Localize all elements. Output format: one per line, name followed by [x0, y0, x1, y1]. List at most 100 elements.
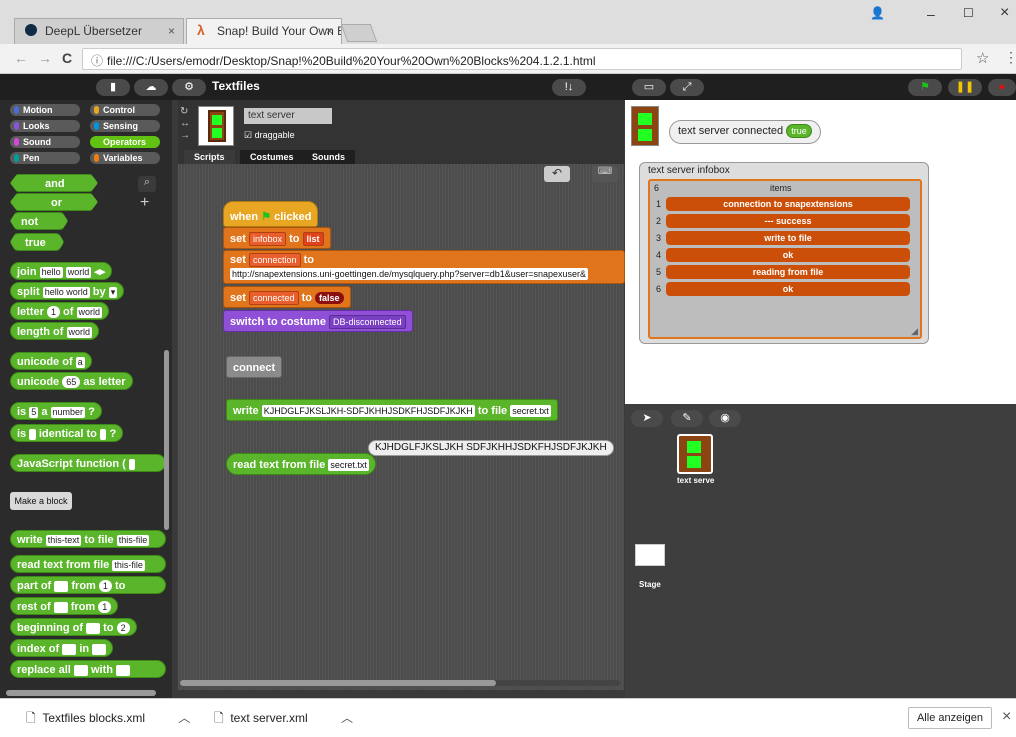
- write-to-file-script[interactable]: write KJHDGLFJKSLJKH-SDFJKHHJSDKFHJSDFJK…: [226, 399, 558, 421]
- cloud-menu-button[interactable]: ☁: [134, 79, 168, 96]
- palette-hscrollbar[interactable]: [6, 690, 156, 696]
- list-item: --- success: [666, 214, 910, 228]
- reload-icon[interactable]: C: [62, 50, 72, 66]
- when-flag-clicked-hat[interactable]: when ⚑ clicked: [223, 201, 319, 227]
- downloads-bar: 🗋 Textfiles blocks.xml ︿ 🗋 text server.x…: [0, 698, 1016, 737]
- download-item[interactable]: 🗋 text server.xml ︿: [214, 709, 353, 730]
- forward-icon[interactable]: →: [38, 50, 52, 66]
- palette-vscrollbar[interactable]: [164, 350, 169, 530]
- normal-stage-button[interactable]: ▭: [632, 79, 666, 96]
- is-a-block[interactable]: is 5 a number ?: [10, 402, 102, 420]
- read-text-from-file-script[interactable]: read text from file secret.txt: [226, 453, 376, 475]
- category-sound[interactable]: Sound: [10, 136, 80, 148]
- or-block[interactable]: or: [10, 193, 98, 211]
- set-connection-block[interactable]: set connection to http://snapextensions.u…: [223, 250, 625, 284]
- true-block[interactable]: true: [10, 233, 64, 251]
- camera-icon[interactable]: ◉: [709, 410, 741, 427]
- tab-costumes[interactable]: Costumes: [240, 150, 304, 164]
- watcher-infobox[interactable]: text server infobox 6 items 1 connection …: [639, 162, 929, 344]
- account-icon[interactable]: 👤: [870, 6, 885, 20]
- settings-gear-icon[interactable]: ⚙: [172, 79, 206, 96]
- draggable-checkbox[interactable]: ☑ draggable: [244, 130, 295, 141]
- category-operators[interactable]: Operators: [90, 136, 160, 148]
- resize-handle-icon[interactable]: ◢: [911, 326, 918, 337]
- stage-thumbnail[interactable]: [635, 544, 665, 566]
- project-title: Textfiles: [212, 79, 260, 93]
- undo-icon[interactable]: ↶: [544, 166, 570, 182]
- presentation-mode-button[interactable]: ⤢: [670, 79, 704, 96]
- replace-all-block[interactable]: replace all with: [10, 660, 166, 678]
- javascript-function-block[interactable]: JavaScript function (: [10, 454, 166, 472]
- minimize-button[interactable]: –: [927, 6, 935, 22]
- category-pen[interactable]: Pen: [10, 152, 80, 164]
- maximize-button[interactable]: ☐: [963, 6, 974, 20]
- set-infobox-block[interactable]: set infobox to list: [223, 227, 331, 249]
- search-icon[interactable]: ⌕: [138, 176, 156, 192]
- bookmark-star-icon[interactable]: ☆: [976, 49, 989, 67]
- list-item: ok: [666, 248, 910, 262]
- beginning-of-block[interactable]: beginning of to 2: [10, 618, 137, 636]
- split-block[interactable]: split hello world by ▾: [10, 282, 125, 300]
- read-text-from-file-block[interactable]: read text from file this-file: [10, 555, 166, 573]
- category-variables[interactable]: Variables: [90, 152, 160, 164]
- watcher-connected[interactable]: text server connected true: [669, 120, 821, 144]
- not-block[interactable]: not: [10, 212, 68, 230]
- url-text: file:///C:/Users/emodr/Desktop/Snap!%20B…: [107, 54, 596, 68]
- connect-block[interactable]: connect: [226, 356, 283, 378]
- sprite-on-stage[interactable]: [631, 106, 659, 146]
- join-block[interactable]: join hello world ◂▸: [10, 262, 113, 280]
- stage[interactable]: text server connected true text server i…: [625, 100, 1016, 404]
- write-to-file-block[interactable]: write this-text to file this-file: [10, 530, 166, 548]
- green-flag-button[interactable]: ⚑: [908, 79, 942, 96]
- letter-block[interactable]: letter 1 of world: [10, 302, 110, 320]
- category-motion[interactable]: Motion: [10, 104, 80, 116]
- stage-size-button[interactable]: !↓: [552, 79, 586, 96]
- show-all-downloads-button[interactable]: Alle anzeigen: [908, 707, 992, 729]
- browser-tab-snap[interactable]: λ Snap! Build Your Own Blc ×: [186, 18, 342, 44]
- tab-sounds[interactable]: Sounds: [302, 150, 355, 164]
- back-icon[interactable]: ←: [14, 50, 28, 66]
- part-of-block[interactable]: part of from 1 to: [10, 576, 166, 594]
- length-block[interactable]: length of world: [10, 322, 100, 340]
- category-looks[interactable]: Looks: [10, 120, 80, 132]
- tab-scripts[interactable]: Scripts: [184, 150, 235, 164]
- set-connected-block[interactable]: set connected to false: [223, 286, 351, 308]
- index-of-block[interactable]: index of in: [10, 639, 114, 657]
- info-icon[interactable]: ⓘ: [91, 54, 103, 68]
- unicode-of-block[interactable]: unicode of a: [10, 352, 92, 370]
- file-menu-button[interactable]: ▮: [96, 79, 130, 96]
- close-downloads-icon[interactable]: ×: [1002, 708, 1011, 726]
- url-input[interactable]: ⓘ file:///C:/Users/emodr/Desktop/Snap!%20…: [82, 48, 962, 70]
- sprite-bar: ↻ ↔ → text server ☑ draggable Scripts Cost…: [178, 100, 624, 164]
- and-block[interactable]: and: [10, 174, 98, 192]
- stop-button[interactable]: ●: [988, 79, 1016, 96]
- tab-close-icon[interactable]: ×: [326, 24, 333, 38]
- tab-close-icon[interactable]: ×: [168, 24, 175, 38]
- sprite-label: text serve: [677, 476, 715, 485]
- add-block-icon[interactable]: +: [140, 194, 149, 212]
- scripts-hscrollbar[interactable]: [180, 680, 620, 686]
- browser-tab-deepl[interactable]: DeepL Übersetzer ×: [14, 18, 184, 44]
- sprite-icon[interactable]: [677, 434, 713, 474]
- browser-menu-icon[interactable]: ⋮: [1004, 49, 1016, 66]
- list-item: connection to snapextensions: [666, 197, 910, 211]
- is-identical-block[interactable]: is identical to ?: [10, 424, 124, 442]
- rotation-style-icons[interactable]: ↻ ↔ →: [180, 106, 190, 142]
- scripting-area[interactable]: ↶ ⌨ when ⚑ clicked set infobox to list s…: [178, 164, 625, 690]
- make-a-block-button[interactable]: Make a block: [10, 492, 72, 510]
- keyboard-icon[interactable]: ⌨: [592, 166, 618, 182]
- unicode-as-letter-block[interactable]: unicode 65 as letter: [10, 372, 133, 390]
- block-palette: Motion Control Looks Sensing Sound Opera…: [0, 100, 172, 698]
- download-item[interactable]: 🗋 Textfiles blocks.xml ︿: [26, 709, 190, 730]
- paintbrush-icon[interactable]: ✎: [671, 410, 703, 427]
- pause-button[interactable]: ❚❚: [948, 79, 982, 96]
- list-index: 1: [656, 199, 662, 209]
- close-window-button[interactable]: ×: [1000, 4, 1009, 22]
- new-tab-button[interactable]: [340, 24, 378, 42]
- category-sensing[interactable]: Sensing: [90, 120, 160, 132]
- switch-costume-block[interactable]: switch to costume DB-disconnected: [223, 310, 413, 332]
- sprite-name-input[interactable]: text server: [244, 108, 332, 124]
- category-control[interactable]: Control: [90, 104, 160, 116]
- rest-of-block[interactable]: rest of from 1: [10, 597, 119, 615]
- turtle-icon[interactable]: ➤: [631, 410, 663, 427]
